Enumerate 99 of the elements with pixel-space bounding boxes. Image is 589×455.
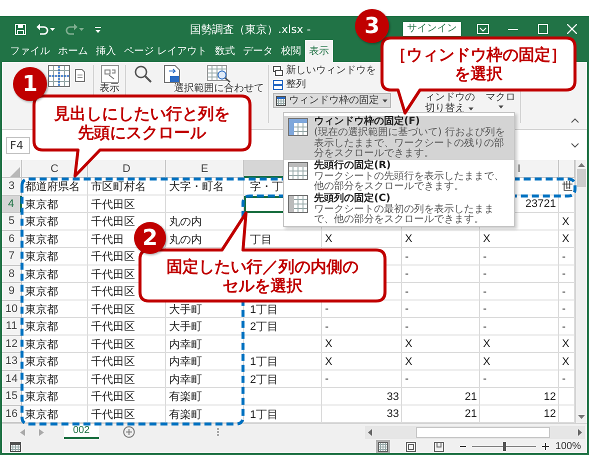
cell-value: 東京都 — [25, 372, 58, 387]
cell-value: 有楽町 — [169, 390, 202, 404]
callout-text: 見出しにしたい行と列を — [54, 104, 230, 123]
cell-value: X — [405, 356, 412, 368]
cell-value: 世 — [562, 180, 573, 194]
cell-value: - — [405, 373, 409, 386]
cell-value: 千代田区 — [91, 338, 135, 352]
cell-value: X — [325, 233, 332, 246]
cell-value: 内幸町 — [169, 338, 202, 352]
cell-value: 内幸町 — [169, 372, 202, 387]
cell-value: 東京都 — [25, 250, 58, 264]
cell-value: 千代田区 — [91, 215, 135, 230]
callout-text: ［ウィンドウ枠の固定］ — [390, 45, 566, 64]
cell-value: 33 — [386, 390, 399, 403]
cell-value: 丁目 — [250, 232, 272, 247]
cell-value: 丸の内 — [169, 232, 202, 247]
cell-value: - — [483, 250, 487, 263]
cell-value: 千代田区 — [91, 285, 135, 300]
cell-value: - — [562, 268, 566, 280]
cell-value: 大手町 — [169, 302, 202, 317]
cell-value: 東京都 — [25, 284, 58, 300]
callout-text: 固定したい行／列の内側の — [166, 256, 358, 276]
cell-value: X — [562, 216, 570, 228]
cell-value: 千代田区 — [91, 198, 135, 212]
cell-value: 東京都 — [25, 302, 58, 317]
menu-item-title: ウィンドウ枠の固定(F) — [314, 116, 421, 127]
callout-text: を選択 — [454, 64, 502, 83]
cell-value: 東京都 — [25, 408, 58, 422]
window-title: 国勢調査（東京）.xlsx - — [190, 22, 311, 36]
cell-value: 12 — [544, 390, 556, 403]
cell-value: 2丁目 — [250, 320, 278, 334]
cell-value: 21 — [464, 408, 477, 420]
cell-value: X — [483, 233, 490, 246]
cell-value: 大手町 — [169, 320, 202, 334]
cell-value: 21 — [464, 390, 477, 403]
cell-value: - — [405, 303, 409, 316]
cell-value: 1丁目 — [250, 355, 278, 370]
cell-value: - — [325, 303, 329, 316]
menu-item-title: 先頭行の固定(R) — [314, 160, 391, 170]
cell-value: - — [562, 373, 566, 386]
cell-value: 12 — [544, 408, 556, 420]
cell-value: 都道府県名 — [25, 180, 80, 194]
cell-value: 東京都 — [25, 198, 58, 212]
cell-value: - — [325, 373, 329, 386]
cell-value: - — [562, 303, 566, 316]
cell-value: 東京都 — [25, 354, 58, 370]
cell-value: - — [405, 268, 409, 280]
menu-item-description: (現在の選択範囲に基づいて) 行および列を表示したままで、ワークシートの残りの部分をスクロールできます。 — [314, 128, 506, 159]
cell-value: X — [325, 356, 332, 368]
cell-value: 千代田区 — [91, 372, 135, 387]
cell-value: 千代田区 — [91, 302, 135, 317]
cell-value: 東京都 — [25, 214, 58, 230]
menu-item-description: ワークシートの最初の列を表示したままで、他の部分をスクロールできます。 — [314, 204, 495, 226]
cell-value: 字・丁 — [250, 180, 283, 194]
cell-value: - — [483, 373, 487, 386]
cell-value: 内幸町 — [169, 355, 202, 370]
cell-value: 東京都 — [25, 232, 58, 247]
cell-value: - — [483, 320, 487, 333]
cell-value: 東京都 — [25, 338, 58, 352]
cell-value: 千代田区 — [91, 320, 135, 334]
callout-text: セルを選択 — [222, 276, 302, 294]
cell-value: 東京都 — [25, 320, 58, 334]
callout-text: 先頭にスクロール — [78, 123, 206, 142]
cell-value: - — [562, 250, 566, 263]
cell-value: - — [483, 268, 487, 280]
cell-value: 千代田区 — [91, 408, 135, 422]
cell-value: X — [562, 356, 570, 368]
cell-value: 市区町村名 — [91, 180, 146, 194]
cell-value: 有楽町 — [169, 408, 202, 422]
cell-value: - — [325, 320, 329, 333]
cell-value: 千代田区 — [91, 355, 135, 370]
cell-value: X — [483, 338, 490, 350]
cell-value: 千代田区 — [91, 250, 135, 264]
cell-value: X — [405, 338, 412, 350]
cell-value: X — [562, 233, 570, 246]
cell-value: - — [405, 286, 409, 298]
cell-value: 東京都 — [25, 390, 58, 404]
cell-value: X — [405, 233, 412, 246]
cell-value: 千代田区 — [91, 390, 135, 404]
menu-item-title: 先頭列の固定(C) — [314, 192, 392, 204]
cell-value: - — [405, 250, 409, 263]
cell-value: - — [483, 303, 487, 316]
cell-value: X — [325, 338, 332, 350]
cell-value: 2丁目 — [250, 372, 278, 387]
cell-value: 1丁目 — [250, 408, 278, 422]
cell-value: - — [562, 320, 566, 333]
cell-value: X — [483, 356, 490, 368]
cell-value: 丸の内 — [169, 215, 202, 230]
cell-value: 千代田区 — [91, 268, 135, 282]
cell-value: 23721 — [525, 198, 556, 210]
cell-value: 千代田 — [91, 232, 124, 247]
cell-value: 大字・町名 — [169, 180, 224, 194]
cell-value: - — [405, 320, 409, 333]
cell-value: X — [562, 338, 570, 350]
cell-value: - — [562, 286, 566, 298]
cell-value: - — [483, 286, 487, 298]
cell-value: 東京都 — [25, 268, 58, 282]
cell-value: 33 — [386, 408, 399, 420]
cell-value: 1丁目 — [250, 302, 278, 317]
